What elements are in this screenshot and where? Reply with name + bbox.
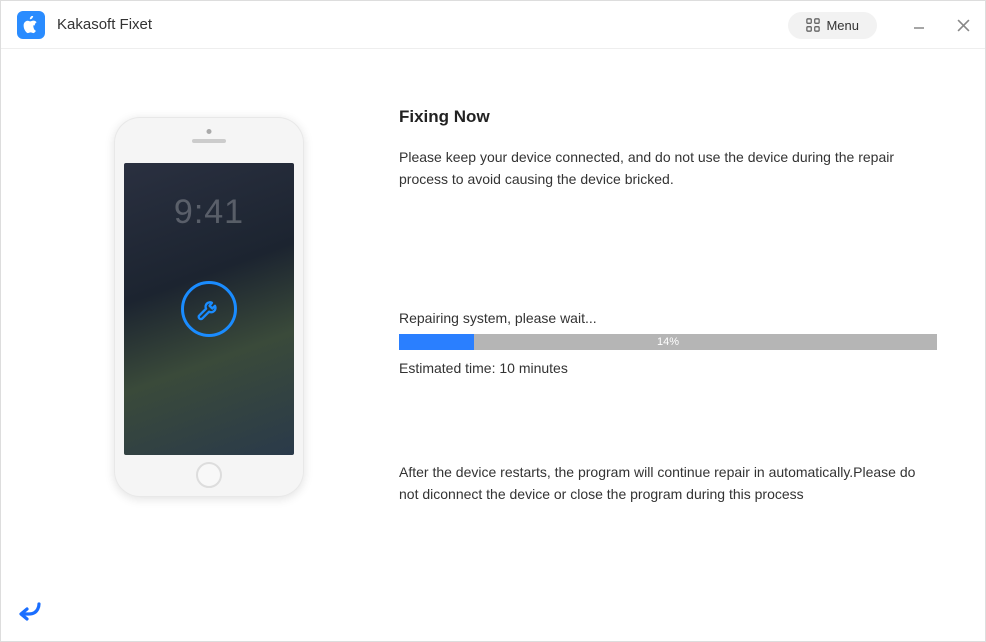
menu-label: Menu xyxy=(826,18,859,33)
app-window: Kakasoft Fixet Menu xyxy=(0,0,986,642)
minimize-icon xyxy=(913,19,925,31)
status-text: Repairing system, please wait... xyxy=(399,310,937,326)
phone-screen: 9:41 xyxy=(124,163,294,455)
menu-button[interactable]: Menu xyxy=(788,12,877,39)
window-controls: Menu xyxy=(788,1,985,49)
device-preview-column: 9:41 xyxy=(39,97,379,565)
menu-grid-icon xyxy=(806,18,820,32)
back-arrow-icon xyxy=(17,600,43,622)
progress-percent-label: 14% xyxy=(399,334,937,350)
wrench-icon xyxy=(181,281,237,337)
phone-mockup: 9:41 xyxy=(114,117,304,497)
progress-bar: 14% xyxy=(399,334,937,350)
phone-lock-time: 9:41 xyxy=(124,193,294,232)
app-title: Kakasoft Fixet xyxy=(57,16,152,33)
titlebar: Kakasoft Fixet Menu xyxy=(1,1,985,49)
minimize-button[interactable] xyxy=(897,1,941,49)
estimated-time: Estimated time: 10 minutes xyxy=(399,360,937,376)
phone-camera-dot xyxy=(207,129,212,134)
instruction-text: Please keep your device connected, and d… xyxy=(399,147,937,190)
content-area: 9:41 Fixing Now Please keep your device … xyxy=(9,57,977,585)
phone-home-button xyxy=(196,462,222,488)
close-icon xyxy=(957,19,970,32)
page-heading: Fixing Now xyxy=(399,107,937,127)
back-button[interactable] xyxy=(17,600,43,627)
close-button[interactable] xyxy=(941,1,985,49)
app-logo-icon xyxy=(17,11,45,39)
footer-note: After the device restarts, the program w… xyxy=(399,462,937,505)
info-column: Fixing Now Please keep your device conne… xyxy=(379,97,947,565)
phone-speaker xyxy=(192,139,226,143)
